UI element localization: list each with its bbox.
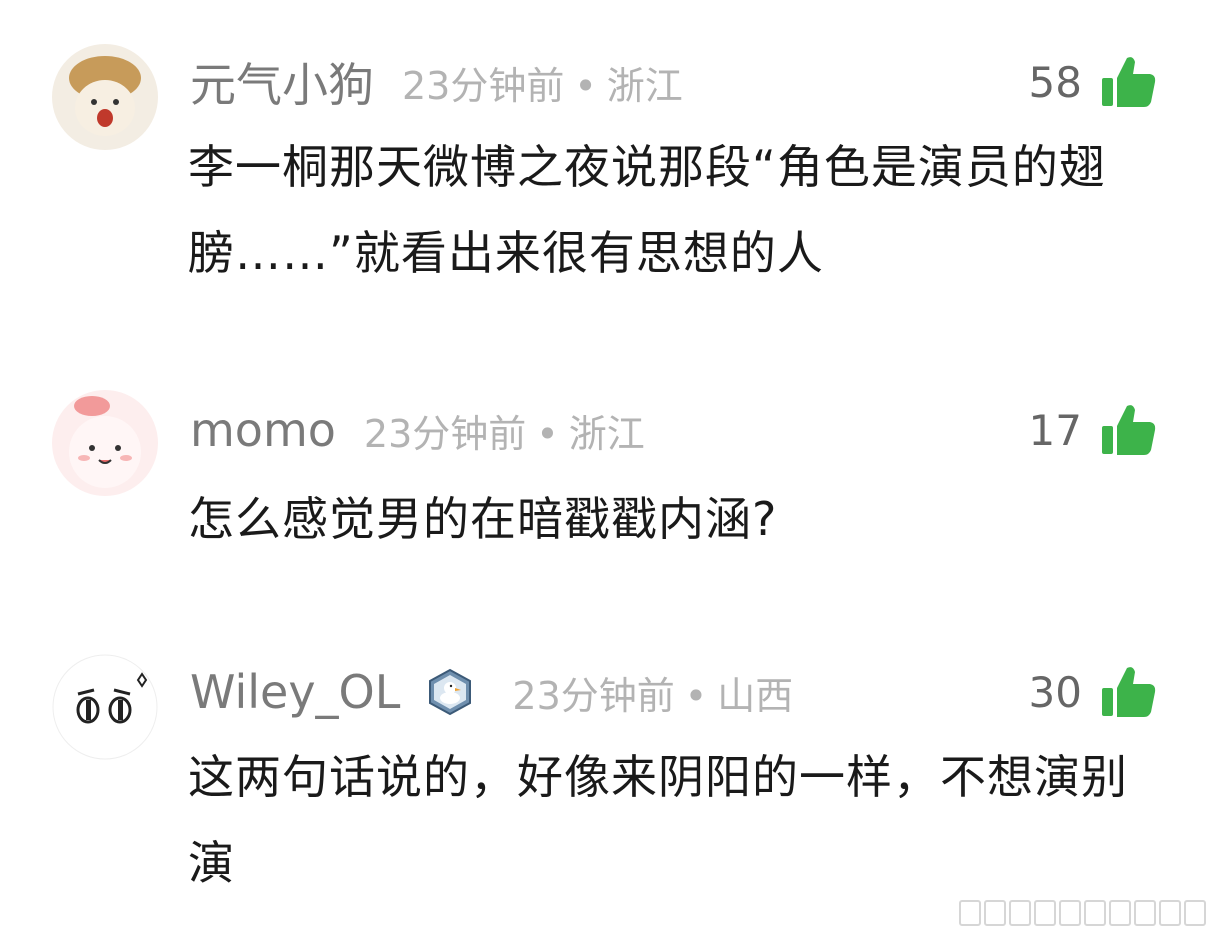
like-button[interactable]: 30 [1029, 662, 1158, 722]
separator: • [684, 673, 708, 718]
timestamp-location: 23分钟前 • 浙江 [402, 55, 683, 110]
timestamp: 23分钟前 [363, 411, 527, 456]
avatar[interactable] [52, 44, 158, 150]
comment-meta: 元气小狗 23分钟前 • 浙江 [190, 52, 683, 112]
timestamp: 23分钟前 [512, 673, 675, 718]
thumbs-up-icon[interactable] [1098, 52, 1158, 112]
like-count: 58 [1028, 57, 1082, 107]
location: 浙江 [606, 63, 683, 108]
comment-text: 李一桐那天微博之夜说那段“角色是演员的翅膀……”就看出来很有思想的人 [188, 140, 1106, 280]
avatar[interactable] [52, 390, 158, 496]
timestamp-location: 23分钟前 • 山西 [512, 665, 793, 720]
comment-text: 这两句话说的，好像来阴阳的一样，不想演别演 [188, 750, 1128, 890]
timestamp: 23分钟前 [402, 63, 565, 108]
like-count: 17 [1028, 405, 1082, 455]
avatar[interactable] [52, 654, 158, 760]
thumbs-up-icon[interactable] [1098, 662, 1158, 722]
comment-text: 怎么感觉男的在暗戳戳内涵? [188, 492, 778, 546]
location: 山西 [717, 673, 794, 718]
duck-badge-icon [426, 668, 474, 716]
location: 浙江 [568, 411, 645, 456]
timestamp-location: 23分钟前 • 浙江 [364, 403, 645, 458]
separator: • [536, 411, 559, 456]
separator: • [574, 63, 597, 108]
like-button[interactable]: 17 [1029, 400, 1158, 460]
username[interactable]: 元气小狗 [190, 49, 374, 115]
watermark-logo [959, 900, 1206, 926]
comment-meta: momo 23分钟前 • 浙江 [190, 400, 645, 460]
thumbs-up-icon[interactable] [1098, 400, 1158, 460]
like-count: 30 [1028, 667, 1082, 717]
username[interactable]: momo [190, 403, 336, 457]
username[interactable]: Wiley_OL [190, 665, 400, 719]
like-button[interactable]: 58 [1029, 52, 1158, 112]
comment-meta: Wiley_OL 23分钟前 • 山西 [190, 662, 793, 722]
